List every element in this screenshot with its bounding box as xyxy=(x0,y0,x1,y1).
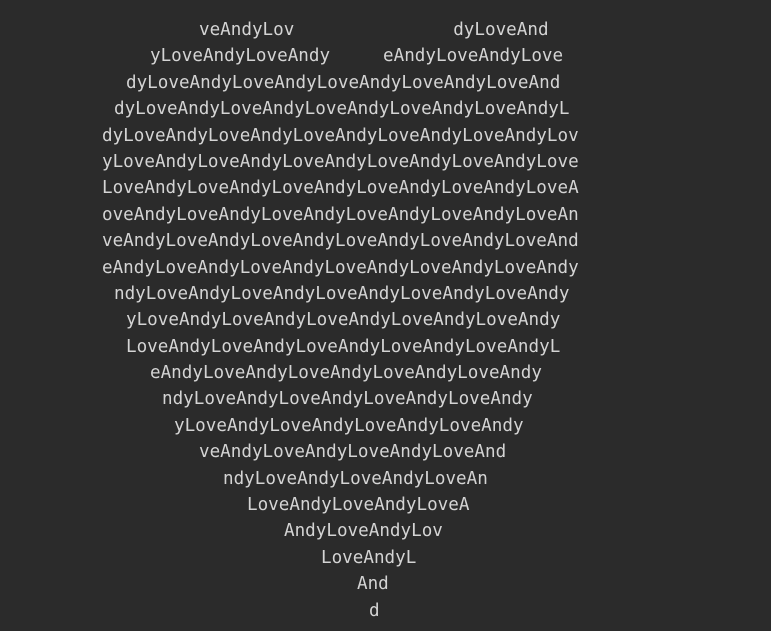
output-line: yLoveAndyLoveAndy eAndyLoveAndyLove xyxy=(150,46,564,67)
output-line: dyLoveAndyLoveAndyLoveAndyLoveAndyLoveAn… xyxy=(126,72,561,93)
terminal-output-area: veAndyLov dyLoveAnd yLoveAndyLoveAndy eA… xyxy=(0,0,771,631)
output-line: oveAndyLoveAndyLoveAndyLoveAndyLoveAndyL… xyxy=(102,204,579,225)
output-line: eAndyLoveAndyLoveAndyLoveAndyLoveAndy xyxy=(150,363,542,384)
output-line: LoveAndyLoveAndyLoveA xyxy=(247,495,470,516)
heart-ascii-art: veAndyLov dyLoveAnd yLoveAndyLoveAndy eA… xyxy=(0,17,771,624)
output-line: veAndyLov dyLoveAnd xyxy=(199,20,549,40)
output-line: yLoveAndyLoveAndyLoveAndyLoveAndy xyxy=(174,415,524,436)
output-line: LoveAndyL xyxy=(321,547,417,568)
output-line: dyLoveAndyLoveAndyLoveAndyLoveAndyLoveAn… xyxy=(102,125,579,146)
output-line: And xyxy=(357,574,389,595)
output-line: ndyLoveAndyLoveAndyLoveAn xyxy=(223,468,488,489)
output-line: yLoveAndyLoveAndyLoveAndyLoveAndyLoveAnd… xyxy=(126,310,561,331)
output-line: LoveAndyLoveAndyLoveAndyLoveAndyLoveAndy… xyxy=(126,336,561,357)
output-line: AndyLoveAndyLov xyxy=(284,521,443,542)
output-line: yLoveAndyLoveAndyLoveAndyLoveAndyLoveAnd… xyxy=(102,151,579,172)
output-line: eAndyLoveAndyLoveAndyLoveAndyLoveAndyLov… xyxy=(102,257,579,278)
output-line: ndyLoveAndyLoveAndyLoveAndyLoveAndyLoveA… xyxy=(114,283,570,304)
output-line: ndyLoveAndyLoveAndyLoveAndyLoveAndy xyxy=(162,389,533,410)
output-line: dyLoveAndyLoveAndyLoveAndyLoveAndyLoveAn… xyxy=(114,99,570,120)
output-line: LoveAndyLoveAndyLoveAndyLoveAndyLoveAndy… xyxy=(102,178,579,199)
output-line: veAndyLoveAndyLoveAndyLoveAndyLoveAndyLo… xyxy=(102,231,579,252)
output-line: veAndyLoveAndyLoveAndyLoveAnd xyxy=(199,442,507,463)
output-line: d xyxy=(369,600,380,621)
